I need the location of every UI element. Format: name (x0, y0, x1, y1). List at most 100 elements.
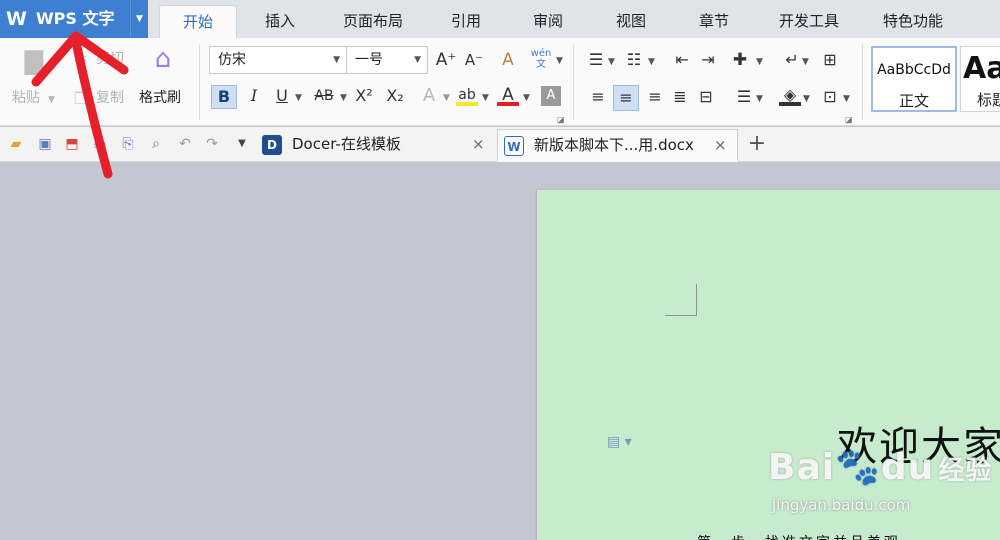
cut-button[interactable]: 剪切 (96, 49, 124, 69)
open-icon[interactable]: ▰ (6, 134, 26, 154)
customize-quick-access-icon[interactable]: ▼ (232, 134, 252, 154)
tab-developer[interactable]: 开发工具 (762, 5, 856, 38)
align-left-icon[interactable]: ≡ (587, 86, 609, 108)
line-spacing-dropdown-icon[interactable]: ▼ (756, 89, 763, 109)
grow-font-icon[interactable]: A⁺ (435, 49, 457, 71)
wps-logo-icon: W (6, 8, 27, 30)
wps-writer-window: W WPS 文字 ▼ 开始 插入 页面布局 引用 审阅 视图 章节 开发工具 特… (0, 0, 1000, 540)
document-workspace[interactable]: 欢迎大家 第一步、找准文字并且美观 ▤ ▾ (0, 162, 1000, 540)
strikethrough-dropdown-icon[interactable]: ▼ (340, 88, 347, 108)
highlight-button[interactable]: ab (456, 84, 478, 106)
style-heading[interactable]: Aa 标题 (960, 46, 1000, 112)
doc-tab-active-title: 新版本脚本下...用.docx (534, 136, 694, 154)
copy-button[interactable]: 复制 (96, 88, 124, 108)
char-shading-button[interactable]: A (541, 86, 561, 106)
shrink-font-icon[interactable]: A⁻ (463, 49, 485, 71)
font-size-value: 一号 (355, 52, 383, 68)
document-page[interactable]: 欢迎大家 第一步、找准文字并且美观 (537, 190, 1000, 540)
docer-icon: D (262, 135, 282, 155)
align-center-icon[interactable]: ≡ (613, 85, 639, 111)
superscript-button[interactable]: X² (351, 85, 377, 107)
pdf-icon[interactable]: ⬒ (62, 134, 82, 154)
underline-button[interactable]: U (271, 85, 293, 107)
find-icon[interactable]: ⌕ (146, 134, 166, 154)
redo-icon[interactable]: ↷ (202, 134, 222, 154)
font-family-dropdown-icon[interactable]: ▼ (333, 47, 340, 73)
paragraph-layout-icon[interactable]: ▤ ▾ (607, 432, 637, 452)
distribute-icon[interactable]: ⊟ (695, 86, 717, 108)
numbered-list-dropdown-icon[interactable]: ▼ (648, 52, 655, 72)
bold-button[interactable]: B (211, 85, 237, 109)
clear-format-icon[interactable]: A (497, 49, 519, 71)
bullet-list-icon[interactable]: ☰ (585, 49, 607, 71)
doc-tab-docer-title: Docer-在线模板 (292, 135, 401, 153)
style-heading-sample: Aa (963, 51, 1000, 86)
table-icon[interactable]: ⊞ (819, 49, 841, 71)
doc-tab-active[interactable]: W 新版本脚本下...用.docx × (497, 129, 738, 162)
border-icon[interactable]: ⊡ (819, 86, 841, 108)
font-size-dropdown-icon[interactable]: ▼ (414, 47, 421, 73)
tab-references[interactable]: 引用 (434, 5, 498, 38)
shading-dropdown-icon[interactable]: ▼ (803, 89, 810, 109)
style-normal-sample: AaBbCcDd (877, 62, 951, 78)
phonetic-dropdown-icon[interactable]: ▼ (556, 51, 563, 71)
increase-indent-icon[interactable]: ⇥ (697, 49, 719, 71)
doc-tab-docer[interactable]: D Docer-在线模板 × (256, 129, 496, 162)
tab-home[interactable]: 开始 (159, 5, 237, 38)
shading-icon[interactable]: ◈ (779, 84, 801, 106)
tab-view[interactable]: 视图 (599, 5, 663, 38)
subscript-button[interactable]: X₂ (382, 85, 408, 107)
justify-icon[interactable]: ≣ (669, 86, 691, 108)
underline-dropdown-icon[interactable]: ▼ (295, 88, 302, 108)
paragraph-mark-icon[interactable]: ↵ (781, 49, 803, 71)
numbered-list-icon[interactable]: ☷ (623, 49, 645, 71)
close-tab-icon[interactable]: × (472, 129, 485, 160)
save-icon[interactable]: ▣ (35, 134, 55, 154)
line-spacing-icon[interactable]: ☰ (733, 86, 755, 108)
format-painter-button[interactable]: 格式刷 (139, 88, 181, 108)
paste-dropdown-icon[interactable]: ▼ (48, 90, 55, 110)
text-effect-dropdown-icon[interactable]: ▼ (443, 88, 450, 108)
print-preview-icon[interactable]: ⎘ (118, 134, 138, 154)
text-direction-icon[interactable]: ✚ (729, 49, 751, 71)
bullet-list-dropdown-icon[interactable]: ▼ (608, 52, 615, 72)
format-painter-icon[interactable]: ⌂ (148, 46, 178, 78)
margin-corner-mark (665, 284, 697, 316)
italic-button[interactable]: I (243, 85, 265, 107)
border-dropdown-icon[interactable]: ▼ (843, 89, 850, 109)
close-tab-icon[interactable]: × (714, 130, 727, 161)
new-tab-button[interactable]: + (746, 131, 768, 157)
tab-page-layout[interactable]: 页面布局 (326, 5, 420, 38)
paste-icon[interactable]: ▇ (20, 49, 48, 78)
wps-app-menu-button[interactable]: W WPS 文字 ▼ (0, 0, 148, 38)
text-effect-button[interactable]: A (418, 85, 440, 107)
menu-bar: W WPS 文字 ▼ 开始 插入 页面布局 引用 审阅 视图 章节 开发工具 特… (0, 0, 1000, 38)
tab-special-features[interactable]: 特色功能 (866, 5, 960, 38)
highlight-dropdown-icon[interactable]: ▼ (482, 88, 489, 108)
paste-button[interactable]: 粘贴 (12, 88, 40, 108)
tab-sections[interactable]: 章节 (682, 5, 746, 38)
tab-insert[interactable]: 插入 (246, 5, 314, 38)
font-color-button[interactable]: A (497, 84, 519, 106)
ribbon-separator (199, 44, 200, 120)
text-direction-dropdown-icon[interactable]: ▼ (756, 52, 763, 72)
style-normal[interactable]: AaBbCcDd 正文 (871, 46, 957, 112)
cut-icon[interactable]: ✂ (70, 48, 92, 70)
word-doc-icon: W (504, 136, 524, 156)
tab-review[interactable]: 审阅 (516, 5, 580, 38)
font-color-dropdown-icon[interactable]: ▼ (523, 88, 530, 108)
app-menu-dropdown-icon[interactable]: ▼ (130, 0, 148, 38)
font-family-select[interactable]: 仿宋 ▼ (209, 46, 347, 74)
font-size-select[interactable]: 一号 ▼ (346, 46, 428, 74)
undo-icon[interactable]: ↶ (175, 134, 195, 154)
strikethrough-button[interactable]: AB (310, 85, 338, 107)
decrease-indent-icon[interactable]: ⇤ (671, 49, 693, 71)
ribbon-home: ▇ 粘贴 ▼ ✂ 剪切 ❐ 复制 ⌂ 格式刷 仿宋 ▼ 一号 ▼ A⁺ A⁻ A w… (0, 38, 1000, 126)
copy-icon[interactable]: ❐ (70, 88, 92, 110)
align-right-icon[interactable]: ≡ (644, 86, 666, 108)
document-paragraph[interactable]: 第一步、找准文字并且美观 (697, 532, 901, 540)
document-heading[interactable]: 欢迎大家 (837, 414, 1000, 472)
paragraph-mark-dropdown-icon[interactable]: ▼ (802, 52, 809, 72)
print-icon[interactable]: ⎙ (90, 134, 110, 154)
phonetic-guide-icon[interactable]: wén 文 (527, 48, 555, 70)
